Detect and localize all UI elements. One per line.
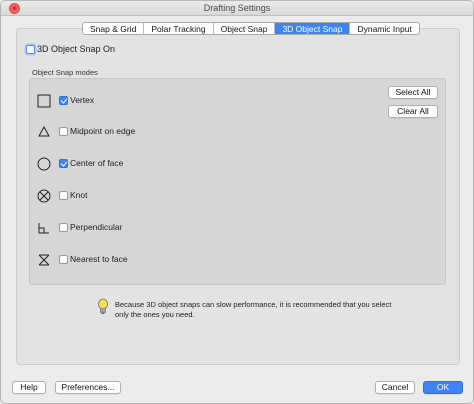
- circle-x-icon: [37, 189, 51, 203]
- tab-bar: Snap & Grid Polar Tracking Object Snap 3…: [82, 22, 420, 35]
- window-title: Drafting Settings: [203, 3, 271, 13]
- perpendicular-icon: [38, 223, 49, 234]
- tab-dynamic-input[interactable]: Dynamic Input: [350, 23, 418, 34]
- mode-row-nearest-to-face: Nearest to face: [37, 252, 128, 268]
- performance-note: Because 3D object snaps can slow perform…: [97, 298, 391, 319]
- vertex-label: Vertex: [70, 95, 95, 105]
- tab-object-snap[interactable]: Object Snap: [214, 23, 276, 34]
- triangle-icon: [38, 125, 50, 137]
- ok-button[interactable]: OK: [423, 381, 463, 394]
- mode-row-knot: Knot: [37, 188, 88, 204]
- title-bar: × Drafting Settings: [1, 1, 473, 16]
- performance-note-text: Because 3D object snaps can slow perform…: [115, 300, 392, 319]
- perpendicular-checkbox[interactable]: [59, 223, 68, 232]
- mode-row-midpoint: Midpoint on edge: [37, 124, 135, 140]
- perpendicular-label: Perpendicular: [70, 222, 123, 232]
- midpoint-checkbox[interactable]: [59, 127, 68, 136]
- select-all-button[interactable]: Select All: [388, 86, 438, 99]
- drafting-settings-window: × Drafting Settings Snap & Grid Polar Tr…: [0, 0, 474, 404]
- square-icon: [37, 94, 51, 108]
- nearest-to-face-checkbox[interactable]: [59, 255, 68, 264]
- midpoint-label: Midpoint on edge: [70, 126, 136, 136]
- help-button[interactable]: Help: [12, 381, 46, 394]
- mode-row-perpendicular: Perpendicular: [37, 220, 122, 236]
- cancel-button[interactable]: Cancel: [375, 381, 415, 394]
- circle-icon: [37, 157, 51, 171]
- lightbulb-icon: [98, 298, 108, 314]
- tab-3d-object-snap[interactable]: 3D Object Snap: [275, 23, 351, 34]
- center-of-face-label: Center of face: [70, 158, 124, 168]
- knot-label: Knot: [70, 190, 88, 200]
- 3d-object-snap-on-box[interactable]: [26, 44, 35, 54]
- hourglass-icon: [38, 254, 50, 266]
- vertex-checkbox[interactable]: [59, 96, 68, 105]
- tab-snap-grid[interactable]: Snap & Grid: [83, 23, 145, 34]
- 3d-object-snap-on-checkbox[interactable]: 3D Object Snap On: [26, 44, 115, 54]
- knot-checkbox[interactable]: [59, 191, 68, 200]
- preferences-button[interactable]: Preferences...: [55, 381, 121, 394]
- nearest-to-face-label: Nearest to face: [70, 254, 128, 264]
- mode-row-vertex: Vertex: [37, 93, 94, 109]
- tab-polar-tracking[interactable]: Polar Tracking: [144, 23, 214, 34]
- object-snap-modes-label: Object Snap modes: [32, 68, 98, 77]
- center-of-face-checkbox[interactable]: [59, 159, 68, 168]
- clear-all-button[interactable]: Clear All: [388, 105, 438, 118]
- mode-row-center-of-face: Center of face: [37, 156, 123, 172]
- 3d-object-snap-on-label: 3D Object Snap On: [37, 44, 116, 54]
